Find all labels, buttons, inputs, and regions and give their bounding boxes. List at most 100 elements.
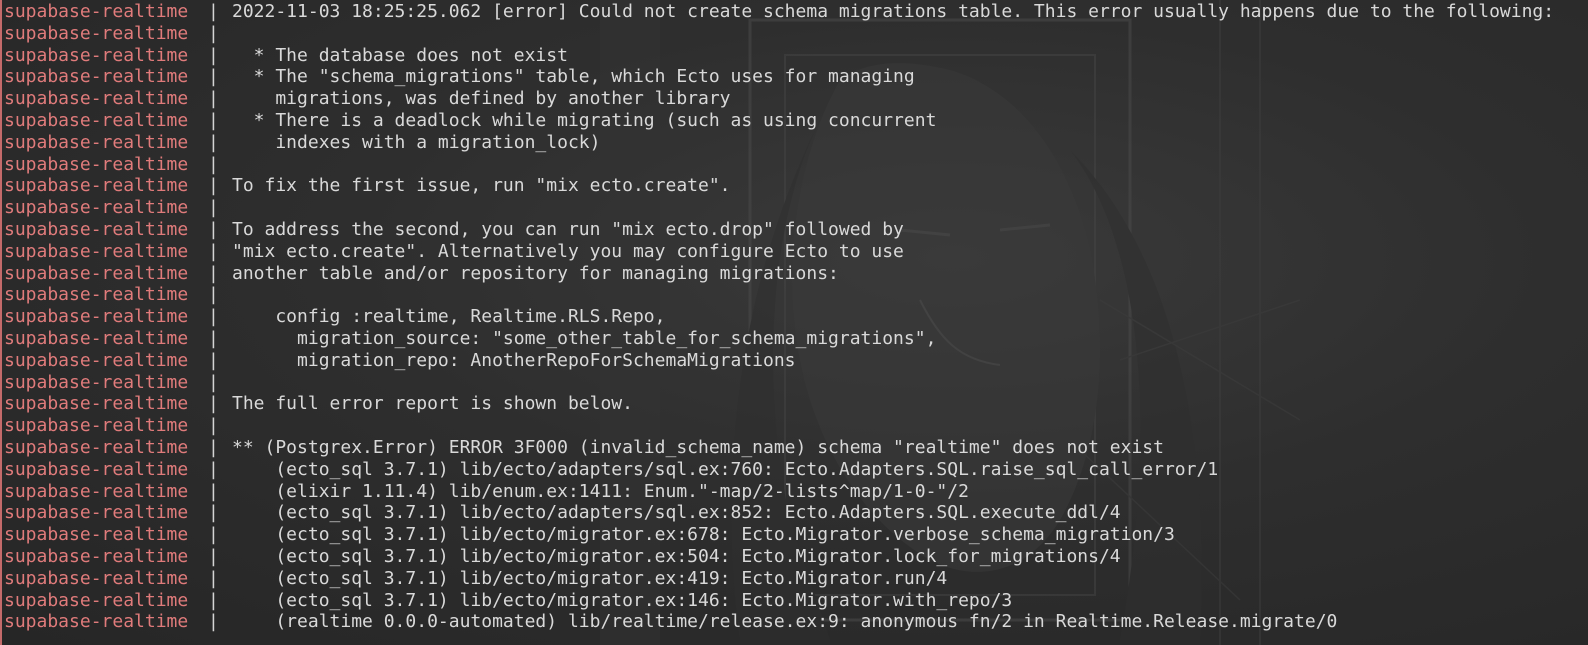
log-separator: |: [208, 524, 219, 546]
service-name: supabase-realtime: [4, 415, 189, 437]
service-name: supabase-realtime: [4, 44, 189, 66]
service-name: supabase-realtime: [4, 480, 189, 502]
log-line: supabase-realtime | migration_repo: Anoth…: [4, 350, 1588, 372]
log-line: supabase-realtime | migration_source: "so…: [4, 328, 1588, 350]
log-separator: |: [208, 480, 219, 502]
service-name: supabase-realtime: [4, 175, 189, 197]
service-name: supabase-realtime: [4, 524, 189, 546]
log-separator: |: [208, 567, 219, 589]
log-separator: |: [208, 502, 219, 524]
log-line: supabase-realtime |: [4, 415, 1588, 437]
log-message: indexes with a migration_lock): [232, 131, 601, 153]
log-message: migration_repo: AnotherRepoForSchemaMigr…: [232, 349, 796, 371]
service-name: supabase-realtime: [4, 502, 189, 524]
service-name: supabase-realtime: [4, 153, 189, 175]
terminal-window[interactable]: supabase-realtime | 2022-11-03 18:25:25.06…: [0, 0, 1588, 645]
service-name: supabase-realtime: [4, 1, 189, 22]
log-message: (elixir 1.11.4) lib/enum.ex:1411: Enum."…: [232, 480, 969, 502]
log-line: supabase-realtime | "mix ecto.create". Alt…: [4, 241, 1588, 263]
log-separator: |: [208, 197, 219, 219]
service-name: supabase-realtime: [4, 109, 189, 131]
service-name: supabase-realtime: [4, 197, 189, 219]
service-name: supabase-realtime: [4, 284, 189, 306]
log-line: supabase-realtime | (ecto_sql 3.7.1) lib/…: [4, 502, 1588, 524]
log-line: supabase-realtime | another table and/or r…: [4, 263, 1588, 285]
log-separator: |: [208, 262, 219, 284]
service-name: supabase-realtime: [4, 240, 189, 262]
service-name: supabase-realtime: [4, 436, 189, 458]
log-message: (realtime 0.0.0-automated) lib/realtime/…: [232, 611, 1338, 633]
log-separator: |: [208, 306, 219, 328]
log-line: supabase-realtime | (ecto_sql 3.7.1) lib/…: [4, 590, 1588, 612]
log-line: supabase-realtime | (ecto_sql 3.7.1) lib/…: [4, 568, 1588, 590]
log-separator: |: [208, 327, 219, 349]
log-line: supabase-realtime |: [4, 284, 1588, 306]
log-separator: |: [208, 349, 219, 371]
log-message: (ecto_sql 3.7.1) lib/ecto/adapters/sql.e…: [232, 458, 1219, 480]
service-name: supabase-realtime: [4, 66, 189, 88]
log-line: supabase-realtime | ** (Postgrex.Error) ER…: [4, 437, 1588, 459]
log-message: To fix the first issue, run "mix ecto.cr…: [232, 175, 731, 197]
log-line: supabase-realtime |: [4, 197, 1588, 219]
service-name: supabase-realtime: [4, 306, 189, 328]
log-line: supabase-realtime | (realtime 0.0.0-autom…: [4, 611, 1588, 633]
service-name: supabase-realtime: [4, 262, 189, 284]
log-separator: |: [208, 284, 219, 306]
service-name: supabase-realtime: [4, 589, 189, 611]
log-line: supabase-realtime | To address the second,…: [4, 219, 1588, 241]
log-message: * The database does not exist: [232, 44, 568, 66]
log-message: (ecto_sql 3.7.1) lib/ecto/adapters/sql.e…: [232, 502, 1121, 524]
service-name: supabase-realtime: [4, 545, 189, 567]
log-separator: |: [208, 393, 219, 415]
log-message: another table and/or repository for mana…: [232, 262, 839, 284]
log-message: (ecto_sql 3.7.1) lib/ecto/migrator.ex:41…: [232, 567, 948, 589]
log-separator: |: [208, 458, 219, 480]
log-line: supabase-realtime | * The "schema_migrati…: [4, 66, 1588, 88]
log-message: To address the second, you can run "mix …: [232, 218, 904, 240]
log-message: migrations, was defined by another libra…: [232, 88, 731, 110]
log-message: "mix ecto.create". Alternatively you may…: [232, 240, 904, 262]
log-separator: |: [208, 240, 219, 262]
log-separator: |: [208, 66, 219, 88]
log-message: migration_source: "some_other_table_for_…: [232, 327, 937, 349]
log-line: supabase-realtime | migrations, was defin…: [4, 88, 1588, 110]
log-line: supabase-realtime | (elixir 1.11.4) lib/e…: [4, 481, 1588, 503]
log-line: supabase-realtime |: [4, 154, 1588, 176]
log-line: supabase-realtime | (ecto_sql 3.7.1) lib/…: [4, 524, 1588, 546]
service-name: supabase-realtime: [4, 349, 189, 371]
log-message: * The "schema_migrations" table, which E…: [232, 66, 915, 88]
log-message: (ecto_sql 3.7.1) lib/ecto/migrator.ex:50…: [232, 545, 1121, 567]
service-name: supabase-realtime: [4, 458, 189, 480]
log-line: supabase-realtime |: [4, 372, 1588, 394]
log-message: The full error report is shown below.: [232, 393, 633, 415]
service-name: supabase-realtime: [4, 393, 189, 415]
log-message: config :realtime, Realtime.RLS.Repo,: [232, 306, 666, 328]
pane-border: [0, 0, 2, 645]
log-line: supabase-realtime | * There is a deadlock…: [4, 110, 1588, 132]
log-separator: |: [208, 88, 219, 110]
log-line: supabase-realtime | To fix the first issue…: [4, 175, 1588, 197]
log-separator: |: [208, 371, 219, 393]
log-separator: |: [208, 22, 219, 44]
log-separator: |: [208, 153, 219, 175]
log-line: supabase-realtime | config :realtime, Rea…: [4, 306, 1588, 328]
log-line: supabase-realtime | indexes with a migrat…: [4, 132, 1588, 154]
log-line: supabase-realtime | 2022-11-03 18:25:25.06…: [4, 1, 1588, 23]
log-separator: |: [208, 109, 219, 131]
service-name: supabase-realtime: [4, 22, 189, 44]
service-name: supabase-realtime: [4, 88, 189, 110]
log-message: ** (Postgrex.Error) ERROR 3F000 (invalid…: [232, 436, 1164, 458]
log-line: supabase-realtime | The full error report …: [4, 393, 1588, 415]
log-separator: |: [208, 589, 219, 611]
log-message: * There is a deadlock while migrating (s…: [232, 109, 937, 131]
log-message: 2022-11-03 18:25:25.062 [error] Could no…: [232, 1, 1555, 22]
log-message: (ecto_sql 3.7.1) lib/ecto/migrator.ex:67…: [232, 524, 1175, 546]
log-output[interactable]: supabase-realtime | 2022-11-03 18:25:25.06…: [4, 1, 1588, 633]
log-line: supabase-realtime | (ecto_sql 3.7.1) lib/…: [4, 546, 1588, 568]
log-message: (ecto_sql 3.7.1) lib/ecto/migrator.ex:14…: [232, 589, 1013, 611]
service-name: supabase-realtime: [4, 218, 189, 240]
service-name: supabase-realtime: [4, 131, 189, 153]
log-separator: |: [208, 415, 219, 437]
log-separator: |: [208, 218, 219, 240]
log-line: supabase-realtime |: [4, 23, 1588, 45]
